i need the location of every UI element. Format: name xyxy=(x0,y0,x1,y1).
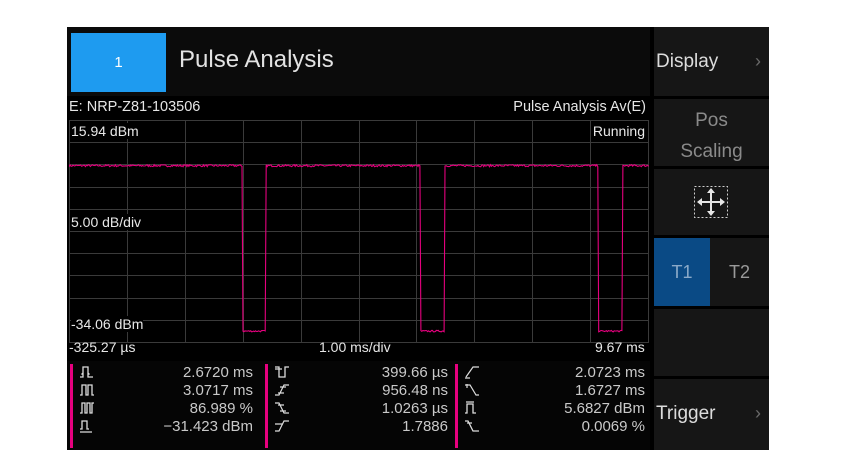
measurement-row: 5.6827 dBm xyxy=(455,400,649,418)
move-arrows-icon xyxy=(694,186,728,218)
pulse-base-level-icon xyxy=(80,420,92,433)
trigger-button[interactable]: Trigger › xyxy=(654,379,769,450)
pulse-period-icon xyxy=(80,384,94,396)
measurement-row: 1.7886 xyxy=(265,418,452,436)
measurement-row: 1.0263 µs xyxy=(265,400,452,418)
measurement-row: 0.0069 % xyxy=(455,418,649,436)
measurement-row: 956.48 ns xyxy=(265,382,452,400)
pulse-top-level-icon xyxy=(465,401,476,414)
y-bottom-label: -34.06 dBm xyxy=(71,316,144,332)
pulse-base-level-value: −31.423 dBm xyxy=(163,418,253,435)
duty-cycle-icon xyxy=(80,402,94,414)
measurement-mode-label: Pulse Analysis Av(E) xyxy=(513,99,646,115)
duty-cycle-value: 86.989 % xyxy=(189,400,253,417)
ratio-value: 1.7886 xyxy=(402,418,448,435)
trace-1-button[interactable]: T1 xyxy=(654,238,710,306)
page-title: Pulse Analysis xyxy=(179,46,334,73)
measurement-panel: 2.6720 ms 3.0717 ms 86.989 % −31.423 dBm… xyxy=(67,361,650,450)
move-trace-button[interactable] xyxy=(654,169,769,235)
header-bar: 1 Pulse Analysis xyxy=(67,27,650,96)
pulse-off-time-icon xyxy=(275,366,289,378)
empty-softkey[interactable] xyxy=(654,309,769,376)
pulse-width-value: 2.6720 ms xyxy=(182,364,253,381)
droop-icon xyxy=(465,420,479,432)
fall-time-value: 1.0263 µs xyxy=(381,400,448,417)
pos-scaling-label: Pos Scaling xyxy=(654,105,769,167)
rise-time-icon xyxy=(275,384,289,396)
plot-grid xyxy=(69,120,649,343)
trace-select: T1 T2 xyxy=(654,238,769,306)
measurement-row: 1.6727 ms xyxy=(455,382,649,400)
display-button-label: Display xyxy=(656,51,719,72)
rise-time-value: 956.48 ns xyxy=(382,382,448,399)
pulse-period-value: 3.0717 ms xyxy=(182,382,253,399)
x-scale-label: 1.00 ms/div xyxy=(319,339,391,355)
pulse-top-level-value: 5.6827 dBm xyxy=(564,400,645,417)
measurement-column-1: 2.6720 ms 3.0717 ms 86.989 % −31.423 dBm xyxy=(70,364,257,448)
trace-plot[interactable]: 15.94 dBm Running 5.00 dB/div -34.06 dBm xyxy=(69,120,649,343)
measurement-row: 86.989 % xyxy=(70,400,257,418)
fall-time-icon xyxy=(275,402,289,414)
chevron-right-icon: › xyxy=(755,403,761,423)
pulse-width-icon xyxy=(80,366,93,378)
ratio-icon xyxy=(275,420,289,432)
trace-plot-svg xyxy=(69,120,649,343)
measurement-row: 2.0723 ms xyxy=(455,364,649,382)
y-scale-label: 5.00 dB/div xyxy=(71,214,142,230)
run-status: Running xyxy=(592,123,645,139)
x-end-label: 9.67 ms xyxy=(595,339,645,355)
channel-button[interactable]: 1 xyxy=(71,33,166,92)
sensor-label: E: NRP-Z81-103506 xyxy=(69,99,201,115)
pos-scaling-line2: Scaling xyxy=(680,141,743,162)
measurement-column-3: 2.0723 ms 1.6727 ms 5.6827 dBm 0.0069 % xyxy=(455,364,649,448)
y-top-label: 15.94 dBm xyxy=(71,123,139,139)
rise-edge-time-value: 2.0723 ms xyxy=(574,364,645,381)
measurement-row: 399.66 µs xyxy=(265,364,452,382)
instrument-screen: 1 Pulse Analysis E: NRP-Z81-103506 Pulse… xyxy=(67,27,769,450)
rise-edge-time-icon xyxy=(465,366,479,379)
trace-2-button[interactable]: T2 xyxy=(710,238,769,306)
pos-scaling-line1: Pos xyxy=(695,110,728,131)
measurement-row: 2.6720 ms xyxy=(70,364,257,382)
fall-edge-time-icon xyxy=(465,384,479,396)
chevron-right-icon: › xyxy=(755,51,761,71)
x-start-label: -325.27 µs xyxy=(69,339,136,355)
measurement-column-2: 399.66 µs 956.48 ns 1.0263 µs 1.7886 xyxy=(265,364,452,448)
pos-scaling-button[interactable]: Pos Scaling xyxy=(654,99,769,166)
fall-edge-time-value: 1.6727 ms xyxy=(574,382,645,399)
display-button[interactable]: Display › xyxy=(654,27,769,96)
pulse-off-time-value: 399.66 µs xyxy=(381,364,448,381)
trigger-button-label: Trigger xyxy=(656,403,716,424)
measurement-row: 3.0717 ms xyxy=(70,382,257,400)
measurement-row: −31.423 dBm xyxy=(70,418,257,436)
droop-value: 0.0069 % xyxy=(581,418,645,435)
